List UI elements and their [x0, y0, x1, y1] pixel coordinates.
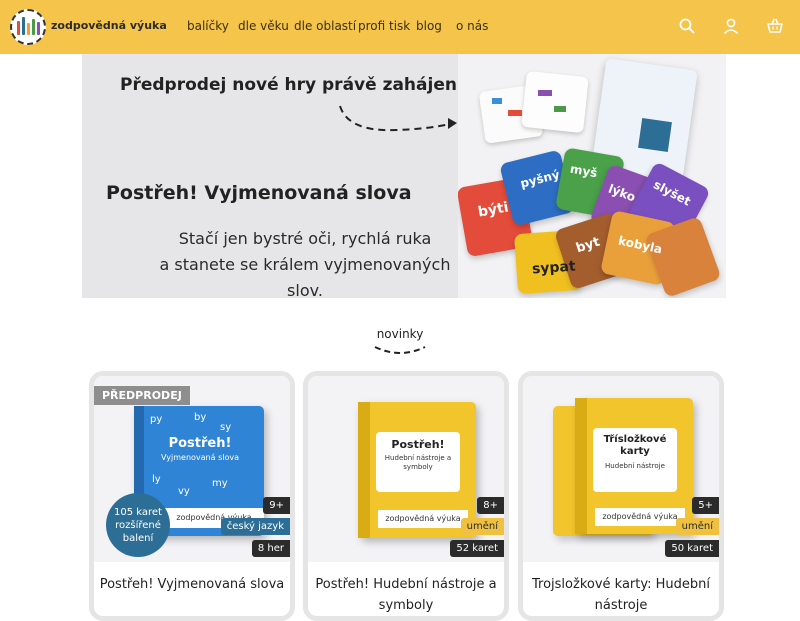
section-title-text: novinky [376, 327, 424, 341]
section-title-new: novinky [0, 327, 800, 358]
box-footer-3: zodpovědná výuka [595, 508, 685, 526]
box-syllable: my [212, 478, 228, 489]
banner-presale-text: Předprodej nové hry právě zahájen [120, 75, 457, 95]
subject-badge: český jazyk [220, 518, 290, 535]
age-badge: 8+ [477, 497, 504, 514]
subject-badge: umění [460, 518, 504, 535]
box-syllable: vy [178, 486, 190, 497]
product-title[interactable]: Trojsložkové karty: Hudební nástroje [523, 574, 719, 616]
dashed-underline-icon [374, 346, 426, 354]
card-tag-3 [538, 90, 552, 96]
product-box-side-2 [358, 402, 370, 538]
nav-item-balicky[interactable]: balíčky [187, 19, 229, 33]
age-badge: 9+ [263, 497, 290, 514]
box-footer-2: zodpovědná výuka [378, 510, 468, 528]
search-icon[interactable] [677, 16, 697, 36]
box-title-2: Postřeh! [391, 438, 445, 451]
basket-icon[interactable] [765, 16, 785, 36]
count-badge: 52 karet [450, 540, 504, 557]
card-word: sypat [531, 258, 577, 278]
nav-item-o-nas[interactable]: o nás [456, 19, 488, 33]
count-badge: 50 karet [665, 540, 719, 557]
game-box-label [638, 118, 672, 152]
hero-banner[interactable]: Předprodej nové hry právě zahájen Postře… [82, 54, 726, 298]
product-title[interactable]: Postřeh! Vyjmenovaná slova [94, 574, 290, 595]
card-tag-1 [492, 98, 502, 104]
extended-edition-text: 105 karet rozšířené balení [114, 506, 162, 544]
card-small-2 [521, 70, 589, 134]
product-box-side-3 [575, 398, 587, 534]
product-card-3[interactable]: Třísložkové karty Hudební nástroje zodpo… [518, 371, 724, 621]
logo-icon[interactable] [10, 9, 46, 45]
box-syllable: sy [220, 422, 232, 433]
banner-subtitle: Stačí jen bystré oči, rychlá ruka a stan… [140, 226, 470, 298]
logo-text[interactable]: zodpovědná výuka [51, 19, 167, 32]
box-syllable: by [194, 412, 207, 423]
banner-subtitle-line2: a stanete se králem vyjmenovaných slov. [159, 255, 451, 298]
product-card-2[interactable]: Postřeh! Hudební nástroje a symboly zodp… [303, 371, 509, 621]
box-syllable: ly [152, 474, 161, 485]
box-sub-1: Vyjmenovaná slova [161, 453, 239, 462]
site-header: zodpovědná výuka balíčky dle věku dle ob… [0, 0, 800, 54]
box-sub-2: Hudební nástroje a symboly [384, 454, 452, 471]
nav-item-dle-oblasti[interactable]: dle oblastí [294, 19, 356, 33]
nav-item-profi-tisk[interactable]: profi tisk [358, 19, 410, 33]
banner-title: Postřeh! Vyjmenovaná slova [106, 182, 412, 204]
product-title[interactable]: Postřeh! Hudební nástroje a symboly [308, 574, 504, 616]
box-sub-3: Hudební nástroje [605, 462, 665, 470]
count-badge: 8 her [251, 540, 290, 557]
banner-game-image: býti pyšný myš lýko slyšet sypat byt kob… [458, 54, 726, 298]
user-icon[interactable] [721, 16, 741, 36]
box-title-3: Třísložkové karty [603, 434, 667, 457]
box-syllable: py [150, 414, 163, 425]
dashed-arrow-icon [339, 105, 457, 132]
card-tag-2 [508, 110, 522, 116]
extended-edition-badge: 105 karet rozšířené balení [106, 493, 170, 557]
nav-item-dle-veku[interactable]: dle věku [238, 19, 289, 33]
banner-subtitle-line1: Stačí jen bystré oči, rychlá ruka [178, 229, 432, 248]
presale-badge: PŘEDPRODEJ [94, 386, 190, 405]
age-badge: 5+ [692, 497, 719, 514]
box-title-1: Postřeh! [168, 436, 232, 451]
card-tag-4 [554, 106, 566, 112]
product-card-1[interactable]: Postřeh! Vyjmenovaná slova py by sy ly m… [89, 371, 295, 621]
nav-item-blog[interactable]: blog [416, 19, 442, 33]
subject-badge: umění [675, 518, 719, 535]
